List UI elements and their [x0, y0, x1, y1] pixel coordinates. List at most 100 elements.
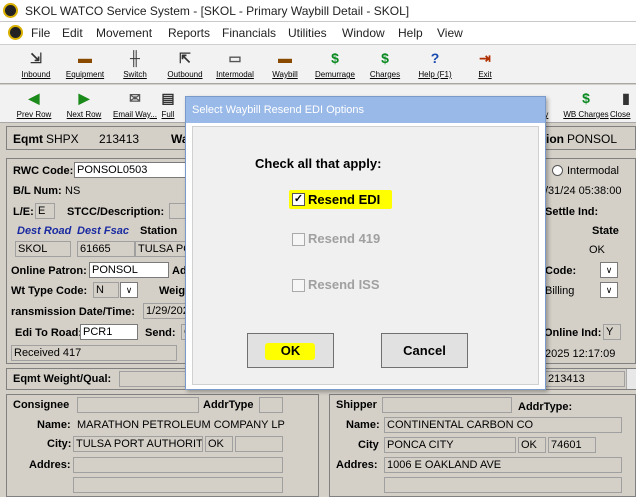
waybill-button[interactable]: ▬ Waybill [259, 46, 311, 84]
dest-fsac-field[interactable]: 61665 [77, 241, 135, 257]
rwc-code-input[interactable]: PONSOL0503 [74, 162, 190, 178]
resend-edi-dialog: Select Waybill Resend EDI Options Check … [185, 96, 546, 390]
help-icon: ? [430, 50, 440, 66]
shipper-addrtype-label: AddrType: [518, 401, 573, 413]
cancel-button[interactable]: Cancel [381, 333, 468, 368]
shipper-code-field[interactable] [382, 397, 512, 413]
billing-value: Billing [545, 285, 575, 297]
menu-file[interactable]: File [31, 26, 50, 40]
chevron-down-icon: ∨ [605, 285, 613, 295]
time-value: 2025 12:17:09 [545, 348, 616, 360]
consignee-code-field[interactable] [77, 397, 199, 413]
code-dropdown[interactable]: ∨ [600, 262, 618, 278]
consignee-name-label: Name: [37, 419, 71, 431]
billing-dropdown[interactable]: ∨ [600, 282, 618, 298]
next-row-button[interactable]: ▶ Next Row [58, 86, 110, 124]
ok-label: OK [280, 343, 301, 358]
menu-financials[interactable]: Financials [222, 26, 276, 40]
received-status: Received 417 [11, 345, 177, 361]
consignee-city-field[interactable]: TULSA PORT AUTHORIT [73, 436, 203, 452]
consignee-addrtype-field[interactable] [259, 397, 283, 413]
online-ind-field[interactable]: Y [603, 324, 621, 340]
shipper-zip-field[interactable]: 74601 [548, 437, 596, 453]
dest-station-field[interactable]: TULSA PO [135, 241, 191, 257]
switch-button[interactable]: ╫ Switch [109, 46, 161, 84]
main-toolbar: ⇲ Inbound ▬ Equipment ╫ Switch ⇱ Outbound ▭ I… [0, 44, 636, 84]
consignee-panel: Consignee AddrType Name: MARATHON PETROL… [6, 394, 319, 497]
window-title: SKOL WATCO Service System - [SKOL - Prim… [25, 4, 410, 18]
full-button[interactable]: ▤ Full [150, 86, 186, 124]
dialog-prompt: Check all that apply: [255, 156, 382, 171]
resend-iss-checkbox[interactable] [292, 279, 305, 292]
shipper-name-label: Name: [346, 419, 380, 431]
prev-row-button[interactable]: ◀ Prev Row [8, 86, 60, 124]
dest-road-field[interactable]: SKOL [15, 241, 71, 257]
menu-reports[interactable]: Reports [168, 26, 210, 40]
menu-edit[interactable]: Edit [62, 26, 83, 40]
stcc-label: STCC/Description: [67, 206, 165, 218]
shipper-name-field[interactable]: CONTINENTAL CARBON CO [384, 417, 622, 433]
app-menu-icon[interactable] [8, 25, 23, 40]
menu-utilities[interactable]: Utilities [288, 26, 327, 40]
help-button[interactable]: ? Help (F1) [409, 46, 461, 84]
edi-road-input[interactable]: PCR1 [80, 324, 138, 340]
rwc-code-label: RWC Code: [13, 165, 74, 177]
dest-road-label: Dest Road [17, 225, 72, 237]
wb-charges-button[interactable]: $ WB Charges [560, 86, 612, 124]
le-field[interactable]: E [35, 203, 55, 219]
resend-iss-label: Resend ISS [308, 277, 380, 292]
next-row-icon: ▶ [78, 90, 90, 106]
menu-help[interactable]: Help [398, 26, 423, 40]
menu-view[interactable]: View [437, 26, 463, 40]
chevron-down-icon: ∨ [125, 285, 133, 295]
outbound-button[interactable]: ⇱ Outbound [159, 46, 211, 84]
online-patron-label: Online Patron: [11, 265, 87, 277]
consignee-state-field[interactable]: OK [205, 436, 233, 452]
eqmt-weight-field[interactable] [119, 371, 189, 387]
online-patron-input[interactable]: PONSOL [89, 262, 169, 278]
cancel-label: Cancel [403, 343, 446, 358]
demurrage-button[interactable]: $ Demurrage [309, 46, 361, 84]
shipper-address2-field[interactable] [384, 477, 622, 493]
full-icon: ▤ [161, 90, 175, 106]
equipment-button[interactable]: ▬ Equipment [59, 46, 111, 84]
menu-movement[interactable]: Movement [96, 26, 152, 40]
intermodal-label: Intermodal [567, 165, 619, 177]
exit-button[interactable]: ⇥ Exit [459, 46, 511, 84]
station-label: ion [546, 132, 564, 146]
consignee-addrtype-label: AddrType [203, 399, 254, 411]
transmission-label: ransmission Date/Time: [11, 306, 135, 318]
resend-edi-checkbox[interactable]: ✓ [292, 193, 305, 206]
resend-419-checkbox[interactable] [292, 233, 305, 246]
shipper-panel: Shipper AddrType: Name: CONTINENTAL CARB… [329, 394, 636, 497]
consignee-address-field[interactable] [73, 457, 283, 473]
window-title-bar: SKOL WATCO Service System - [SKOL - Prim… [0, 0, 636, 22]
consignee-name-value: MARATHON PETROLEUM COMPANY LP [77, 419, 285, 431]
intermodal-radio[interactable] [552, 165, 563, 176]
shipper-address-field[interactable]: 1006 E OAKLAND AVE [384, 457, 622, 473]
wb-charges-icon: $ [582, 90, 590, 106]
settle-ind-label: Settle Ind: [545, 206, 599, 218]
scrollbar[interactable] [626, 369, 636, 389]
wt-type-field[interactable]: N [93, 282, 119, 298]
shipper-state-field[interactable]: OK [518, 437, 546, 453]
menu-bar: File Edit Movement Reports Financials Ut… [0, 22, 636, 44]
resend-edi-label[interactable]: Resend EDI [308, 192, 380, 207]
transmission-field[interactable]: 1/29/202 [143, 303, 191, 319]
close-icon: ▮ [622, 90, 630, 106]
online-ind-label: Online Ind: [544, 327, 602, 339]
state-value: OK [589, 244, 605, 256]
menu-window[interactable]: Window [342, 26, 385, 40]
shipper-city-field[interactable]: PONCA CITY [384, 437, 516, 453]
ok-button[interactable]: OK [247, 333, 334, 368]
intermodal-button[interactable]: ▭ Intermodal [209, 46, 261, 84]
close-button[interactable]: ▮ Close [608, 86, 636, 124]
consignee-address2-field[interactable] [73, 477, 283, 493]
exit-icon: ⇥ [479, 50, 491, 66]
dest-fsac-label: Dest Fsac [77, 225, 129, 237]
consignee-zip-field[interactable] [235, 436, 283, 452]
charges-button[interactable]: $ Charges [359, 46, 411, 84]
shipper-address-label: Addres: [336, 459, 378, 471]
inbound-button[interactable]: ⇲ Inbound [10, 46, 62, 84]
wt-type-dropdown[interactable]: ∨ [120, 282, 138, 298]
